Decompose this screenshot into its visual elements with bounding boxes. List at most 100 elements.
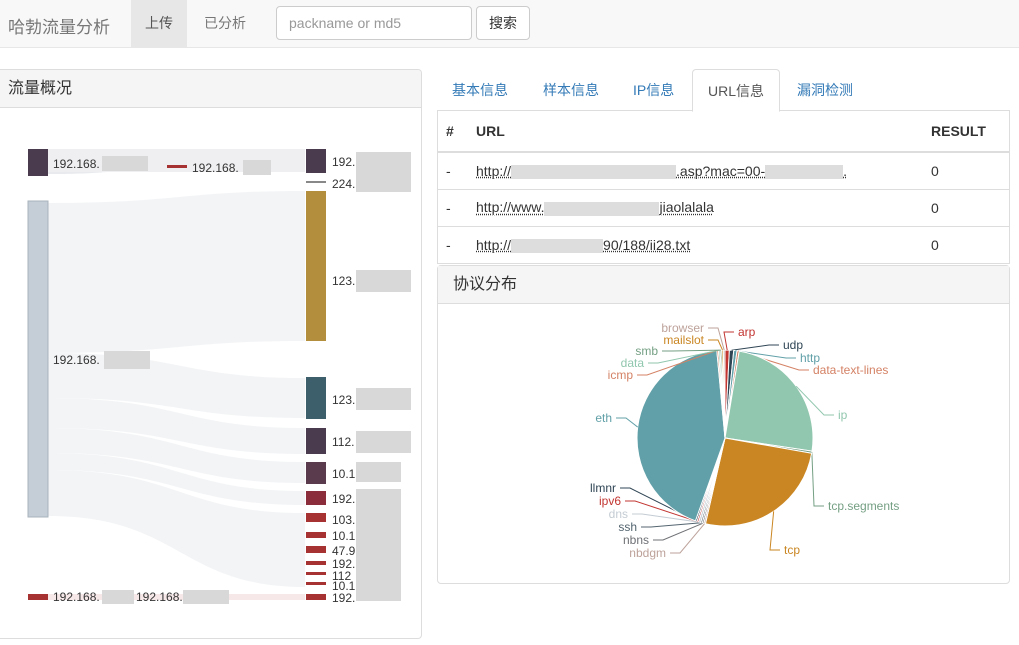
sankey-node[interactable]: [306, 572, 326, 575]
pie-slice-ip[interactable]: [724, 350, 814, 452]
pie-label-line: [641, 522, 702, 528]
sankey-label: 192.: [332, 492, 355, 506]
sankey-label: 123.: [332, 393, 355, 407]
sankey-links: [48, 149, 305, 600]
pie-label-icmp: icmp: [608, 368, 634, 382]
column-header: RESULT: [931, 111, 1009, 153]
pie-label-line: [708, 327, 725, 351]
sankey-node[interactable]: [306, 561, 326, 565]
pie-label-line: [708, 339, 723, 351]
info-tabs: 基本信息 样本信息 IP信息 URL信息 漏洞检测: [437, 69, 1010, 112]
pie-label-browser: browser: [661, 321, 704, 335]
sankey-node[interactable]: [27, 200, 49, 518]
sankey-label: 10.1: [332, 467, 356, 481]
row-index: -: [438, 225, 476, 263]
pie-label-eth: eth: [595, 411, 612, 425]
brand-title[interactable]: 哈勃流量分析: [8, 13, 110, 38]
url-link[interactable]: http://.asp?mac=00-.: [476, 163, 847, 179]
nav-upload[interactable]: 上传: [131, 0, 187, 47]
pie-label-line: [811, 452, 824, 507]
tab-basic-info[interactable]: 基本信息: [437, 69, 523, 111]
pie-label-dns: dns: [609, 507, 628, 521]
pie-label-line: [769, 511, 780, 551]
redacted-block: [356, 462, 401, 482]
sankey-node[interactable]: [306, 491, 326, 505]
sankey-node[interactable]: [306, 181, 326, 183]
redacted-block: [356, 431, 411, 453]
search-input[interactable]: [276, 6, 472, 40]
sankey-label: 112.: [332, 435, 354, 449]
redacted-block: [356, 270, 411, 292]
redacted-block: [102, 590, 134, 604]
redacted-target-labels: [356, 152, 411, 601]
pie-label-line: [670, 523, 706, 554]
row-index: -: [438, 188, 476, 226]
url-cell: http://.asp?mac=00-.: [476, 151, 931, 189]
row-index: -: [438, 151, 476, 189]
pie-label-ip: ip: [838, 408, 848, 422]
pie-label-nbdgm: nbdgm: [629, 546, 666, 560]
sankey-node[interactable]: [28, 149, 48, 176]
result-cell: 0: [931, 225, 1009, 263]
sankey-node[interactable]: [306, 149, 326, 173]
result-cell: 0: [931, 188, 1009, 226]
sankey-label: 192.168.: [192, 161, 239, 175]
sankey-node[interactable]: [306, 582, 326, 585]
result-cell: 0: [931, 151, 1009, 189]
pie-label-llmnr: llmnr: [590, 481, 616, 495]
sankey-label: 123.: [332, 274, 355, 288]
pie-label-arp: arp: [738, 325, 756, 339]
search-button[interactable]: 搜索: [476, 6, 530, 40]
tab-sample-info[interactable]: 样本信息: [528, 69, 614, 111]
pie-label-line: [616, 417, 638, 428]
pie-label-ipv6: ipv6: [599, 494, 621, 508]
traffic-overview-title: 流量概况: [0, 70, 421, 108]
table-row: - http://.asp?mac=00-. 0: [438, 151, 1009, 189]
pie-label-data: data: [621, 356, 645, 370]
protocol-distribution-title: 协议分布: [438, 266, 1009, 304]
redacted-block: [356, 152, 411, 192]
sankey-label: 192.168.: [53, 157, 100, 171]
protocol-distribution-panel: 协议分布 arp udp http data-text-lines ip tcp.segm…: [437, 265, 1010, 584]
sankey-node[interactable]: [306, 377, 326, 419]
sankey-label: 192.: [332, 591, 355, 605]
table-row: - http://90/188/ii28.txt 0: [438, 225, 1009, 263]
redacted-block: [104, 351, 150, 369]
url-link[interactable]: http://90/188/ii28.txt: [476, 237, 690, 253]
sankey-label: 192.168.: [53, 590, 100, 604]
pie-label-smb: smb: [635, 344, 658, 358]
column-header: URL: [476, 111, 931, 153]
pie-label-line: [731, 344, 779, 351]
sankey-node[interactable]: [28, 594, 48, 600]
sankey-node[interactable]: [167, 165, 187, 168]
sankey-node[interactable]: [306, 594, 326, 600]
url-table: # URL RESULT - http://.asp?mac=00-. 0 - …: [437, 111, 1010, 264]
protocol-pie-chart: arpudphttpdata-text-linesiptcp.segmentst…: [590, 321, 899, 560]
nav-analyzed[interactable]: 已分析: [190, 0, 260, 47]
traffic-overview-panel: 流量概况 192.168. 192.168. 192.168. 192.168.…: [0, 69, 422, 639]
redacted-block: [102, 156, 148, 171]
sankey-node[interactable]: [306, 428, 326, 454]
pie-label-data-text-lines: data-text-lines: [813, 363, 888, 377]
traffic-sankey: 192.168. 192.168. 192.168. 192.168. 192.…: [27, 149, 411, 605]
sankey-node[interactable]: [306, 513, 326, 522]
sankey-label: 192.168.: [53, 353, 100, 367]
pie-label-line: [723, 331, 734, 351]
sankey-label: 192.168.: [136, 590, 183, 604]
redacted-block: [243, 160, 271, 175]
pie-label-ssh: ssh: [618, 520, 637, 534]
url-link[interactable]: http://www. jiaolalala: [476, 199, 714, 216]
sankey-node[interactable]: [306, 462, 326, 484]
tab-vuln-detect[interactable]: 漏洞检测: [782, 69, 868, 111]
url-cell: http://90/188/ii28.txt: [476, 225, 931, 263]
sankey-label: 192.: [332, 155, 355, 169]
tab-ip-info[interactable]: IP信息: [618, 69, 689, 111]
sankey-node[interactable]: [306, 191, 326, 341]
tab-url-info[interactable]: URL信息: [692, 69, 781, 112]
table-row: - http://www. jiaolalala 0: [438, 188, 1009, 226]
sankey-node[interactable]: [306, 546, 326, 553]
sankey-node[interactable]: [306, 532, 326, 538]
sankey-link: [48, 470, 305, 587]
pie-label-tcp.segments: tcp.segments: [828, 499, 899, 513]
column-header: #: [438, 111, 476, 153]
